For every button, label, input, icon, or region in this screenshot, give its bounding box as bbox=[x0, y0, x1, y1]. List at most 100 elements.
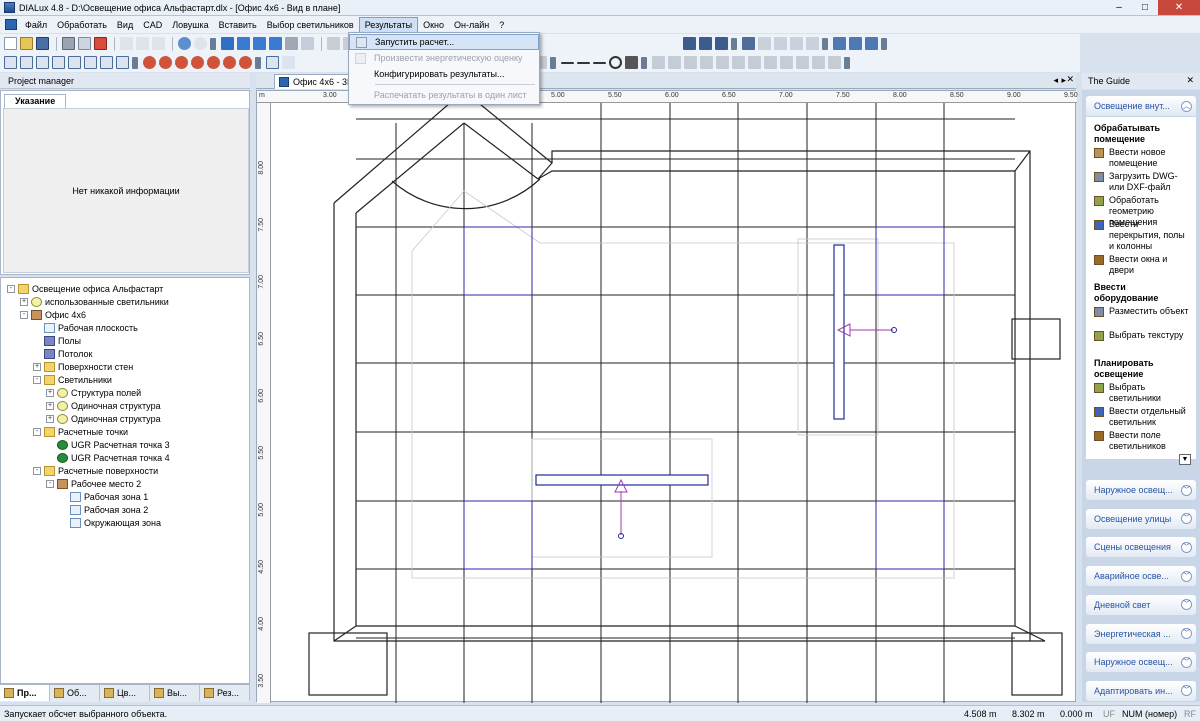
pointer-icon[interactable] bbox=[266, 56, 279, 69]
guide-task-link[interactable]: Загрузить DWG- или DXF-файл bbox=[1094, 171, 1190, 193]
plan-view-canvas[interactable]: m 3.00 3.50 4.00 4.50 5.00 5.50 6.00 6.50 7.00 7.… bbox=[256, 90, 1078, 703]
chevron-down-icon[interactable]: ﹀ bbox=[1181, 685, 1192, 697]
collapse-icon[interactable]: - bbox=[46, 479, 54, 488]
view-mode-icon[interactable] bbox=[285, 37, 298, 50]
tree-item[interactable]: UGR Расчетная точка 3 bbox=[46, 438, 170, 451]
select-icon[interactable] bbox=[36, 56, 49, 69]
chevron-down-icon[interactable]: ﹀ bbox=[1181, 513, 1192, 525]
tree-item[interactable]: + Поверхности стен bbox=[33, 360, 133, 373]
select-icon[interactable] bbox=[4, 56, 17, 69]
print-icon[interactable] bbox=[62, 37, 75, 50]
window-icon[interactable] bbox=[849, 37, 862, 50]
align-icon[interactable] bbox=[668, 56, 681, 69]
copy-icon[interactable] bbox=[136, 37, 149, 50]
view-side-icon[interactable] bbox=[253, 37, 266, 50]
align-icon[interactable] bbox=[748, 56, 761, 69]
guide-task-link[interactable]: Ввести перекрытия, полы и колонны bbox=[1094, 219, 1190, 252]
toolbar-overflow-icon[interactable] bbox=[255, 56, 261, 69]
select-icon[interactable] bbox=[84, 56, 97, 69]
pdf-icon[interactable] bbox=[94, 37, 107, 50]
menu-window[interactable]: Окно bbox=[418, 18, 449, 32]
document-icon[interactable] bbox=[5, 19, 17, 30]
align-icon[interactable] bbox=[652, 56, 665, 69]
open-file-icon[interactable] bbox=[20, 37, 33, 50]
tree-item[interactable]: Потолок bbox=[33, 347, 92, 360]
zoom-fit-icon[interactable] bbox=[301, 37, 314, 50]
select-icon[interactable] bbox=[52, 56, 65, 69]
align-icon[interactable] bbox=[764, 56, 777, 69]
guide-task-link[interactable]: Ввести поле светильников bbox=[1094, 430, 1190, 452]
print-preview-icon[interactable] bbox=[78, 37, 91, 50]
light-icon[interactable] bbox=[191, 56, 204, 69]
light-icon[interactable] bbox=[239, 56, 252, 69]
menu-edit[interactable]: Обработать bbox=[52, 18, 112, 32]
toolbar-overflow-icon[interactable] bbox=[881, 37, 887, 50]
maximize-button[interactable]: □ bbox=[1132, 0, 1158, 15]
collapse-icon[interactable]: - bbox=[33, 427, 41, 436]
menu-insert[interactable]: Вставить bbox=[214, 18, 262, 32]
guide-section-collapsed[interactable]: Дневной свет ﹀ bbox=[1086, 594, 1196, 615]
chevron-down-icon[interactable]: ﹀ bbox=[1181, 656, 1192, 668]
tree-item[interactable]: - Светильники bbox=[33, 373, 112, 386]
tree-item[interactable]: Рабочая зона 2 bbox=[59, 503, 148, 516]
view-front-icon[interactable] bbox=[269, 37, 282, 50]
menu-item-energy-evaluation[interactable]: Произвести энергетическую оценку bbox=[349, 50, 539, 66]
luminaire-horizontal[interactable] bbox=[535, 474, 709, 486]
expand-icon[interactable]: + bbox=[46, 401, 54, 410]
paste-icon[interactable] bbox=[152, 37, 165, 50]
guide-task-link[interactable]: Выбрать текстуру bbox=[1094, 330, 1190, 341]
tree-item[interactable]: - Рабочее место 2 bbox=[46, 477, 141, 490]
save-icon[interactable] bbox=[36, 37, 49, 50]
menu-item-configure-results[interactable]: Конфигурировать результаты... bbox=[349, 66, 539, 82]
view-plan-icon[interactable] bbox=[237, 37, 250, 50]
toolbar-overflow-icon[interactable] bbox=[132, 56, 138, 69]
toolbar-overflow-icon[interactable] bbox=[641, 56, 647, 69]
expand-icon[interactable]: + bbox=[33, 362, 41, 371]
tab-selection[interactable]: Вы... bbox=[150, 685, 200, 701]
tab-close-icon[interactable]: ✕ bbox=[1066, 74, 1074, 85]
collapse-icon[interactable]: - bbox=[7, 284, 15, 293]
expand-icon[interactable]: + bbox=[20, 297, 28, 306]
output-icon[interactable] bbox=[742, 37, 755, 50]
menu-results[interactable]: Результаты bbox=[358, 16, 419, 33]
menu-item-print-results-one-sheet[interactable]: Распечатать результаты в один лист bbox=[349, 87, 539, 103]
light-icon[interactable] bbox=[223, 56, 236, 69]
light-icon[interactable] bbox=[159, 56, 172, 69]
tab-objects[interactable]: Об... bbox=[50, 685, 100, 701]
tool-icon[interactable] bbox=[327, 37, 340, 50]
guide-section-indoor[interactable]: Освещение внут... ︿ bbox=[1086, 96, 1196, 116]
menu-help[interactable]: ? bbox=[494, 18, 509, 32]
chevron-down-icon[interactable]: ﹀ bbox=[1181, 541, 1192, 553]
menu-snap[interactable]: Ловушка bbox=[167, 18, 213, 32]
minimize-button[interactable]: – bbox=[1106, 0, 1132, 15]
guide-task-link[interactable]: Ввести окна и двери bbox=[1094, 254, 1190, 276]
chevron-down-icon[interactable]: ﹀ bbox=[1181, 628, 1192, 639]
guide-section-collapsed[interactable]: Аварийное осве... ﹀ bbox=[1086, 566, 1196, 587]
toolbar-overflow-icon[interactable] bbox=[731, 37, 737, 50]
ugr-point-3[interactable] bbox=[614, 478, 628, 539]
menu-view[interactable]: Вид bbox=[112, 18, 138, 32]
tree-item[interactable]: Полы bbox=[33, 334, 81, 347]
window-icon[interactable] bbox=[865, 37, 878, 50]
chevron-down-icon[interactable]: ﹀ bbox=[1181, 570, 1192, 582]
calc-2-icon[interactable] bbox=[699, 37, 712, 50]
guide-section-collapsed[interactable]: Освещение улицы ﹀ bbox=[1086, 508, 1196, 529]
menu-item-start-calculation[interactable]: Запустить расчет... bbox=[349, 34, 539, 50]
guide-section-collapsed[interactable]: Адаптировать ин... ﹀ bbox=[1086, 680, 1196, 701]
tree-item[interactable]: - Офис 4x6 bbox=[20, 308, 86, 321]
menu-luminaire-selection[interactable]: Выбор светильников bbox=[262, 18, 359, 32]
select-icon[interactable] bbox=[116, 56, 129, 69]
calc-dxf-icon[interactable] bbox=[715, 37, 728, 50]
tab-scroll-right-icon[interactable]: ▸ bbox=[1061, 75, 1066, 86]
polyline-icon[interactable] bbox=[577, 61, 590, 64]
light-icon[interactable] bbox=[207, 56, 220, 69]
cut-icon[interactable] bbox=[120, 37, 133, 50]
close-button[interactable]: ✕ bbox=[1158, 0, 1200, 15]
guide-close-icon[interactable]: ✕ bbox=[1186, 75, 1194, 86]
tree-item[interactable]: + Одиночная структура bbox=[46, 412, 161, 425]
output-icon[interactable] bbox=[774, 37, 787, 50]
tree-item[interactable]: UGR Расчетная точка 4 bbox=[46, 451, 170, 464]
expand-icon[interactable]: + bbox=[46, 414, 54, 423]
align-icon[interactable] bbox=[796, 56, 809, 69]
light-icon[interactable] bbox=[175, 56, 188, 69]
